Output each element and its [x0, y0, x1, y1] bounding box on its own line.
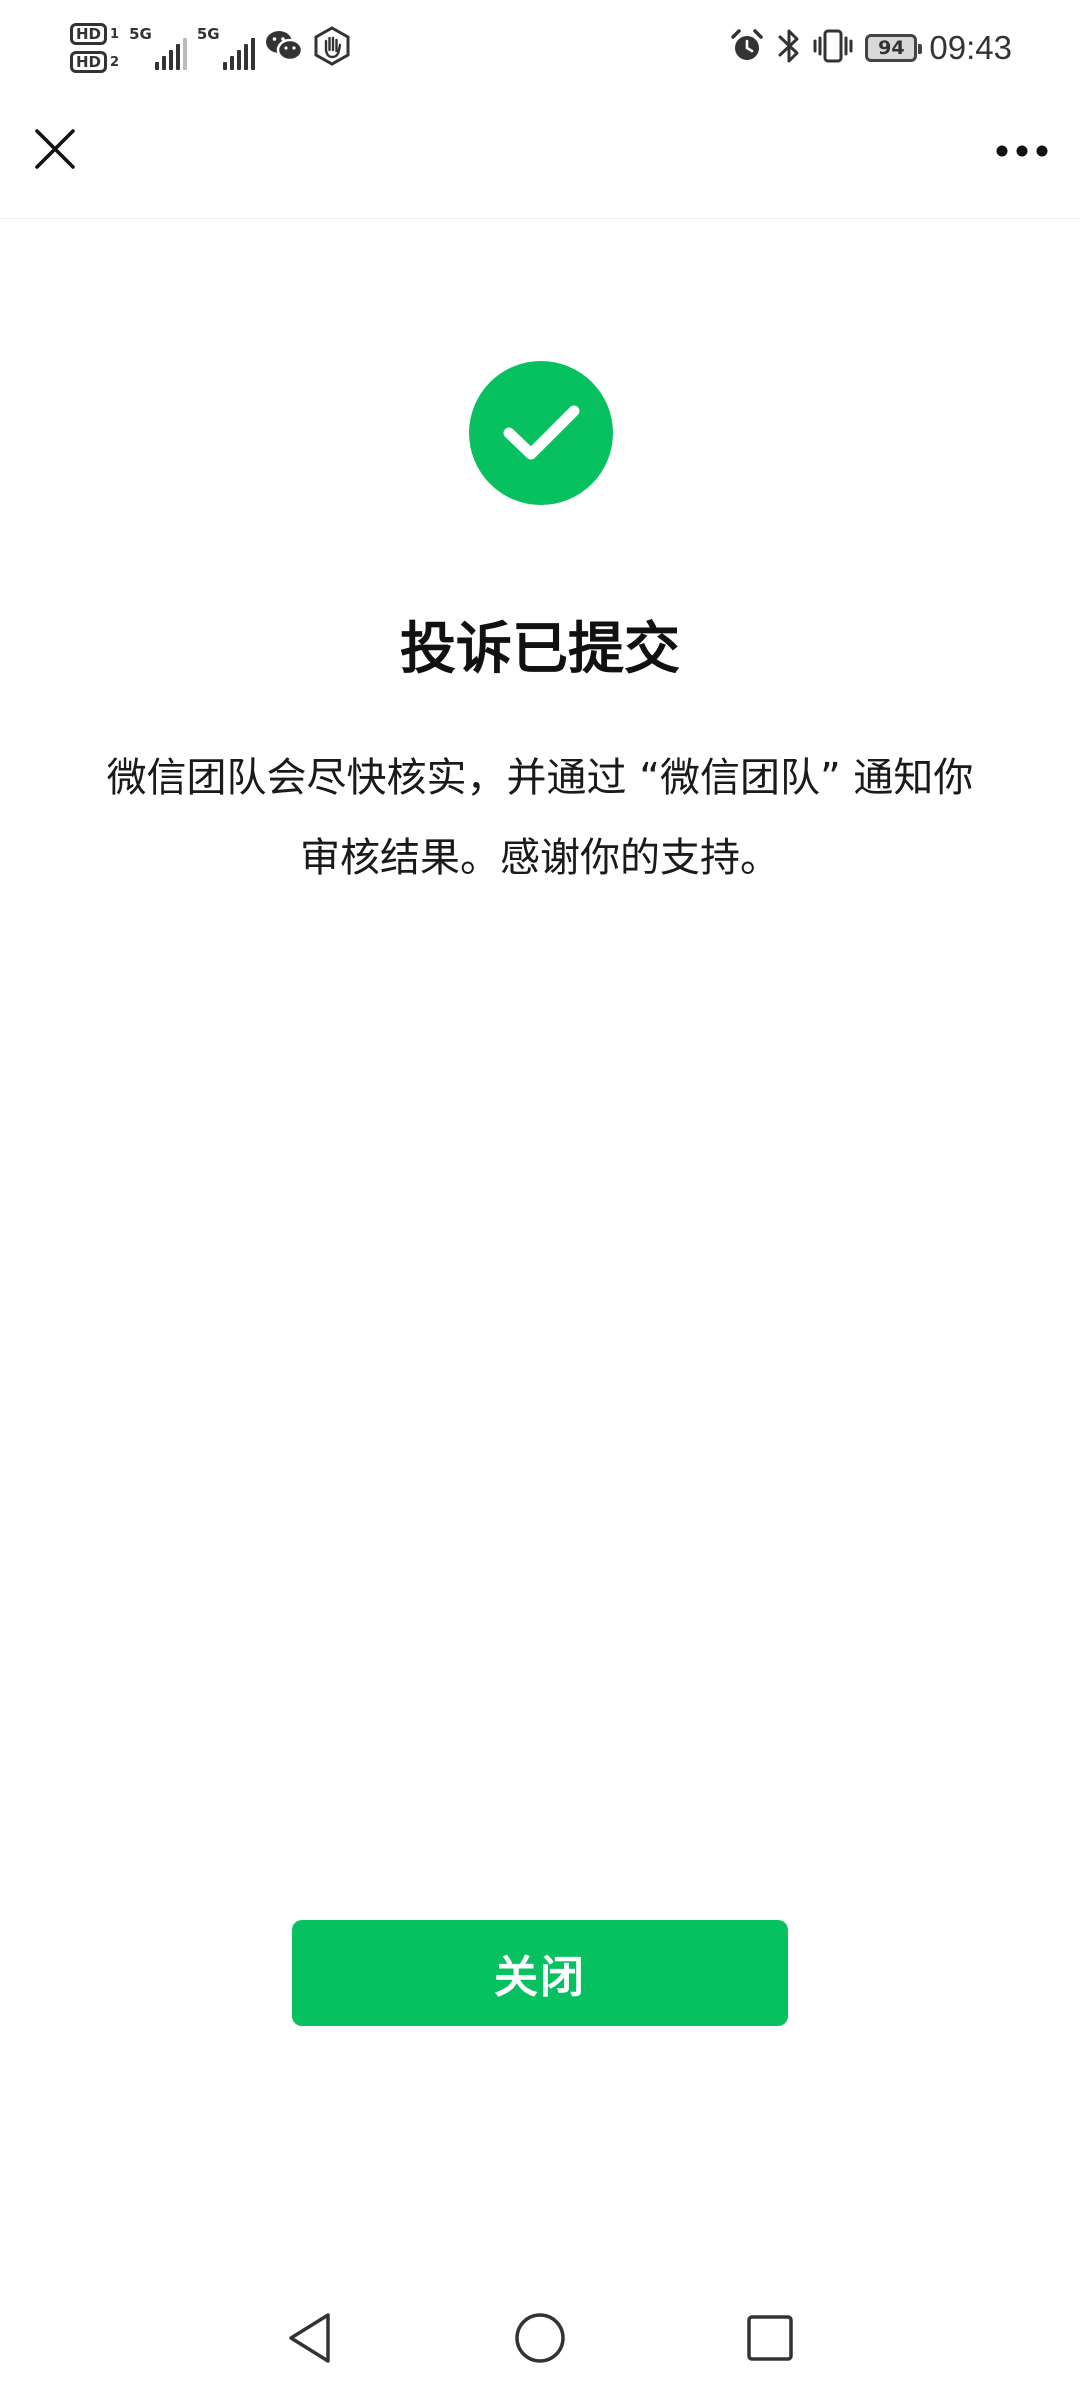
vibrate-icon [813, 27, 853, 69]
wechat-icon [265, 29, 303, 67]
network1-type: 5G [129, 25, 152, 43]
signal-bars-2 [222, 36, 255, 70]
recents-icon [745, 2313, 795, 2367]
close-icon [34, 128, 76, 174]
status-bar-right: 94 09:43 [729, 20, 1012, 76]
sim2-hd-icon: HD 2 [70, 51, 119, 73]
more-icon [996, 142, 1048, 161]
close-page-button[interactable]: 关闭 [292, 1920, 788, 2026]
status-time: 09:43 [929, 29, 1012, 66]
sim2-number: 2 [110, 54, 120, 70]
close-button[interactable] [22, 118, 88, 184]
battery-level: 94 [878, 37, 905, 59]
status-bar-left: HD 1 HD 2 5G 5G [70, 16, 351, 80]
bluetooth-icon [777, 27, 801, 69]
sim2-hd-label: HD [70, 51, 108, 73]
status-bar: HD 1 HD 2 5G 5G 94 09:43 [0, 0, 1080, 96]
system-back-button[interactable] [274, 2304, 346, 2376]
system-home-button[interactable] [504, 2304, 576, 2376]
alarm-icon [729, 28, 765, 68]
result-description: 微信团队会尽快核实，并通过 “微信团队” 通知你审核结果。感谢你的支持。 [106, 755, 974, 881]
sim1-number: 1 [110, 26, 120, 42]
page-title: 投诉已提交 [400, 617, 680, 682]
sim1-hd-label: HD [70, 23, 108, 45]
nav-bar [0, 96, 1080, 219]
system-recents-button[interactable] [734, 2304, 806, 2376]
more-options-button[interactable] [982, 118, 1062, 184]
network2-type: 5G [196, 25, 220, 43]
hand-icon [313, 26, 351, 70]
system-navigation-bar [0, 2280, 1080, 2400]
signal-bars-1 [154, 36, 187, 70]
home-icon [513, 2311, 567, 2369]
sim-indicators: HD 1 HD 2 [70, 23, 119, 73]
sim1-hd-icon: HD 1 [70, 23, 119, 45]
sim1-signal-icon: 5G [129, 26, 187, 70]
battery-icon: 94 [865, 34, 923, 62]
sim2-signal-icon: 5G [197, 26, 255, 70]
success-check-circle-icon [469, 361, 613, 505]
back-icon [284, 2310, 336, 2370]
